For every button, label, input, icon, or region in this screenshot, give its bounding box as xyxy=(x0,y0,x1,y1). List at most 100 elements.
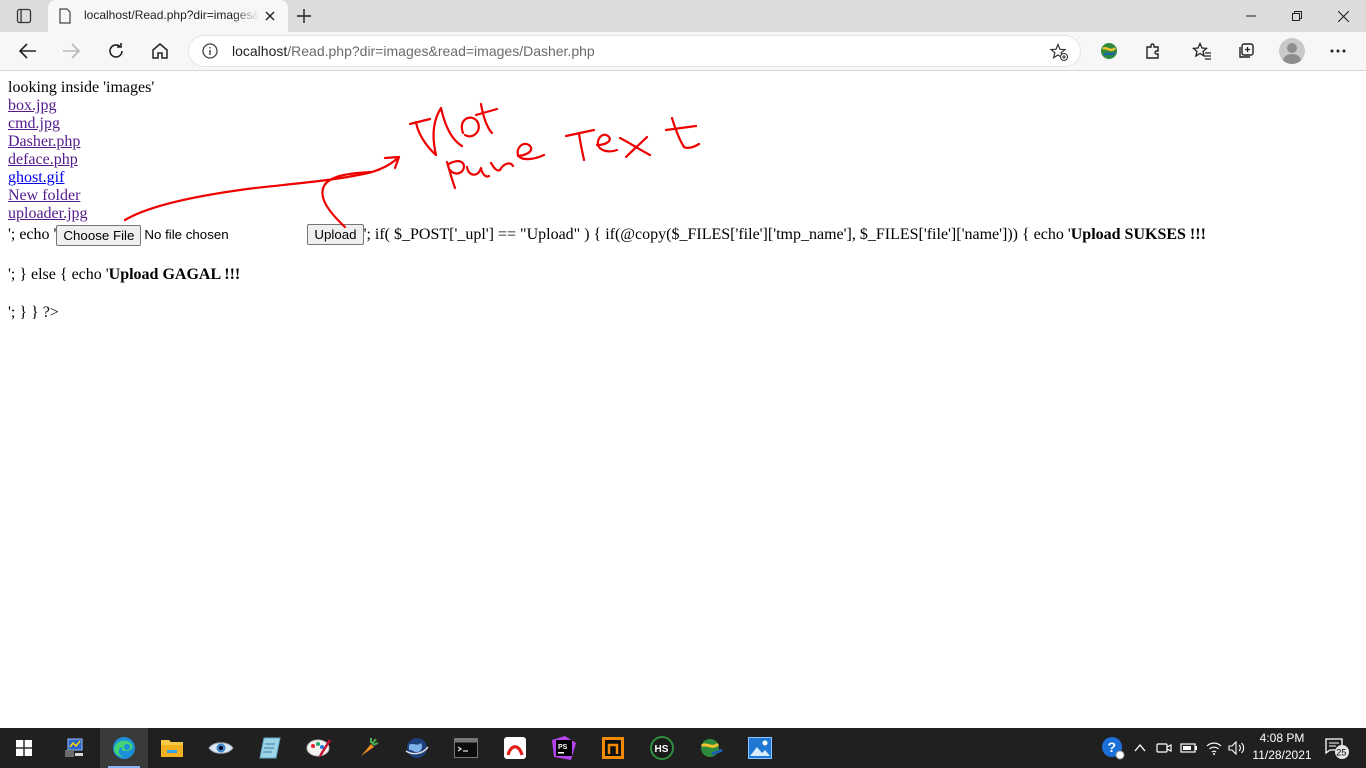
notification-count: 25 xyxy=(1336,748,1346,758)
taskbar-terminal[interactable] xyxy=(442,728,490,768)
minimize-button[interactable] xyxy=(1228,0,1274,32)
taskbar-cpu-monitor[interactable] xyxy=(50,728,98,768)
file-input[interactable]: Choose File No file chosen xyxy=(56,224,307,246)
svg-text:HS: HS xyxy=(655,744,669,755)
help-icon: ? xyxy=(1102,737,1125,760)
tab-close-button[interactable] xyxy=(262,8,278,24)
refresh-button[interactable] xyxy=(102,37,130,65)
home-button[interactable] xyxy=(146,37,174,65)
url-text: localhost/Read.php?dir=images&read=image… xyxy=(232,43,595,59)
svg-text:?: ? xyxy=(1108,739,1117,755)
file-link-cmd[interactable]: cmd.jpg xyxy=(8,115,60,133)
taskbar-photos[interactable] xyxy=(736,728,784,768)
close-window-icon xyxy=(1337,10,1349,22)
url-path: /Read.php?dir=images&read=images/Dasher.… xyxy=(287,43,595,59)
tray-help[interactable]: ? xyxy=(1100,728,1126,768)
tray-meet-now[interactable] xyxy=(1154,728,1174,768)
taskbar-paint[interactable] xyxy=(295,728,343,768)
add-favorite-icon[interactable] xyxy=(1050,43,1068,61)
carrot-app-icon xyxy=(361,738,379,756)
code-else-echo: '; } else { echo ' xyxy=(8,265,109,283)
file-link-uploader[interactable]: uploader.jpg xyxy=(8,205,88,223)
address-bar[interactable]: localhost/Read.php?dir=images&read=image… xyxy=(188,35,1081,67)
code-line-2: '; } else { echo 'Upload GAGAL !!! xyxy=(8,266,1358,284)
forward-arrow-icon xyxy=(63,43,80,59)
code-if-post: '; if( $_POST['_upl'] == "Upload" ) { if… xyxy=(363,226,1071,243)
extension-globe-button[interactable] xyxy=(1095,37,1123,65)
taskbar-phpstorm[interactable]: PS xyxy=(540,728,588,768)
browser-toolbar: localhost/Read.php?dir=images&read=image… xyxy=(0,32,1366,71)
code-line-3: '; } } ?> xyxy=(8,303,59,321)
wifi-icon xyxy=(1206,742,1222,755)
taskbar-globe-app[interactable] xyxy=(393,728,441,768)
taskbar-network-app[interactable] xyxy=(687,728,735,768)
minimize-icon xyxy=(1246,15,1256,17)
taskbar-acrobat[interactable] xyxy=(491,728,539,768)
profile-avatar[interactable] xyxy=(1279,38,1305,64)
taskbar-edge[interactable] xyxy=(100,728,148,768)
code-prefix-echo: '; echo ' xyxy=(8,226,57,243)
extensions-button[interactable] xyxy=(1139,37,1167,65)
svg-text:PS: PS xyxy=(558,744,568,751)
file-link-box[interactable]: box.jpg xyxy=(8,97,56,115)
file-link-dasher[interactable]: Dasher.php xyxy=(8,133,80,151)
more-dots-icon xyxy=(1330,49,1346,53)
close-icon xyxy=(265,11,275,21)
url-host: localhost xyxy=(232,43,288,59)
upload-success-text: Upload SUKSES !!! xyxy=(1070,226,1206,243)
taskbar-notepad[interactable] xyxy=(246,728,294,768)
upload-fail-text: Upload GAGAL !!! xyxy=(108,265,241,283)
start-icon xyxy=(16,740,32,756)
tray-volume[interactable] xyxy=(1226,728,1248,768)
notepad-icon xyxy=(259,737,281,759)
clock-time: 4:08 PM xyxy=(1259,731,1305,745)
terminal-icon xyxy=(454,738,478,758)
clock-date: 11/28/2021 xyxy=(1252,748,1312,762)
chevron-up-icon xyxy=(1134,744,1146,752)
upload-button[interactable]: Upload xyxy=(307,224,364,245)
restore-button[interactable] xyxy=(1274,0,1320,32)
phpstorm-icon: PS xyxy=(552,736,576,760)
taskbar-file-explorer[interactable] xyxy=(148,728,196,768)
forward-button[interactable] xyxy=(57,37,85,65)
camera-icon xyxy=(1156,743,1172,753)
no-file-chosen-text: No file chosen xyxy=(144,227,229,243)
new-tab-button[interactable] xyxy=(294,6,314,26)
file-link-deface[interactable]: deface.php xyxy=(8,151,78,169)
tab-actions-icon xyxy=(16,8,32,24)
network-app-icon xyxy=(700,739,723,757)
taskbar-eye-app[interactable] xyxy=(197,728,245,768)
globe-app-icon xyxy=(405,738,429,758)
tray-show-hidden-button[interactable] xyxy=(1130,728,1150,768)
tray-battery[interactable] xyxy=(1178,728,1200,768)
file-link-ghost[interactable]: ghost.gif xyxy=(8,169,64,187)
collections-button[interactable] xyxy=(1232,37,1260,65)
taskbar-sublime[interactable] xyxy=(589,728,637,768)
plus-icon xyxy=(297,9,311,23)
site-info-icon xyxy=(202,43,218,59)
notification-icon: 25 xyxy=(1325,738,1349,759)
back-button[interactable] xyxy=(14,37,42,65)
taskbar-hs-app[interactable]: HS xyxy=(638,728,686,768)
notification-center-button[interactable]: 25 xyxy=(1322,728,1352,768)
tray-wifi[interactable] xyxy=(1203,728,1225,768)
tab-title: localhost/Read.php?dir=images&read=image… xyxy=(84,8,259,22)
windows-taskbar: PS HS ? 4:08 PM 11/28/2021 25 xyxy=(0,728,1366,768)
file-link-new-folder[interactable]: New folder xyxy=(8,187,80,205)
choose-file-button[interactable]: Choose File xyxy=(56,224,142,246)
file-explorer-icon xyxy=(161,740,183,757)
favorites-button[interactable] xyxy=(1188,37,1216,65)
start-button[interactable] xyxy=(0,728,48,768)
close-window-button[interactable] xyxy=(1320,0,1366,32)
collections-icon xyxy=(1239,43,1254,58)
folder-heading: looking inside 'images' xyxy=(8,79,155,96)
eye-app-icon xyxy=(208,742,234,754)
page-content: looking inside 'images' box.jpg cmd.jpg … xyxy=(8,79,1358,322)
taskbar-carrot-app[interactable] xyxy=(344,728,392,768)
tab-actions-button[interactable] xyxy=(8,5,40,27)
paint-icon xyxy=(306,739,332,757)
page-icon xyxy=(59,8,71,24)
settings-menu-button[interactable] xyxy=(1324,37,1352,65)
taskbar-clock[interactable]: 4:08 PM 11/28/2021 xyxy=(1246,730,1318,764)
browser-tab[interactable]: localhost/Read.php?dir=images&read=image… xyxy=(48,0,288,32)
